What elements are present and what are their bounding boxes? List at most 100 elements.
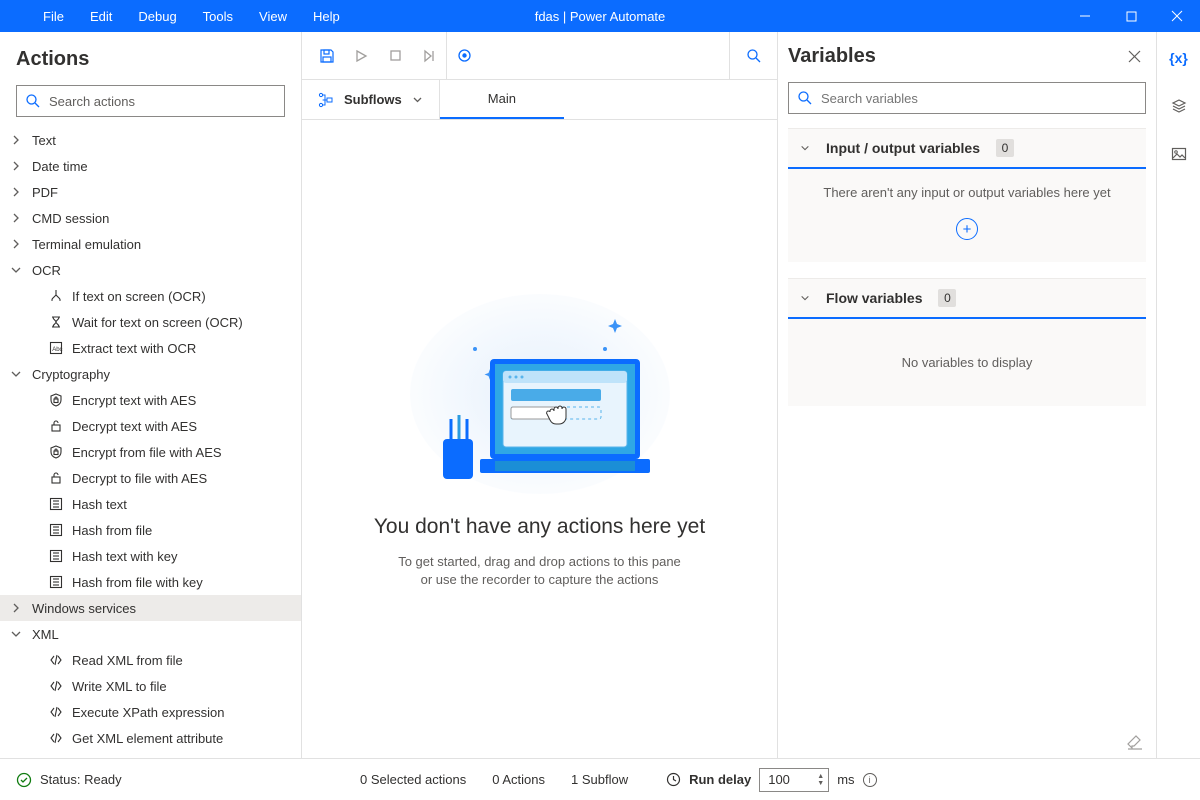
tree-action-label: Extract text with OCR (72, 341, 196, 356)
tree-category-pdf[interactable]: PDF (0, 179, 301, 205)
actions-tree[interactable]: Text Date time PDF CMD session Terminal emul… (0, 127, 301, 758)
variables-panel-title: Variables (788, 45, 1118, 68)
toolbar-search-button[interactable] (729, 32, 777, 80)
tab-main[interactable]: Main (440, 80, 564, 119)
tree-category-xml[interactable]: XML (0, 621, 301, 647)
tree-action-if-text-on-screen-ocr-[interactable]: If text on screen (OCR) (0, 283, 301, 309)
tree-action-label: If text on screen (OCR) (72, 289, 206, 304)
record-button[interactable] (447, 32, 481, 80)
designer-canvas[interactable]: You don't have any actions here yet To g… (302, 120, 777, 758)
tree-action-read-xml-from-file[interactable]: Read XML from file (0, 647, 301, 673)
tree-action-extract-text-with-ocr[interactable]: Abc Extract text with OCR (0, 335, 301, 361)
maximize-button[interactable] (1108, 0, 1154, 32)
tree-action-encrypt-from-file-with-aes[interactable]: Encrypt from file with AES (0, 439, 301, 465)
run-delay-label: Run delay (689, 772, 751, 787)
tree-category-label: PDF (32, 185, 58, 200)
minimize-button[interactable] (1062, 0, 1108, 32)
tree-category-label: CMD session (32, 211, 109, 226)
eraser-icon[interactable] (1126, 734, 1144, 752)
info-icon[interactable]: i (863, 773, 877, 787)
rail-images-button[interactable] (1163, 140, 1195, 168)
tab-main-label: Main (488, 91, 516, 106)
chevron-right-icon (0, 213, 32, 223)
subflows-icon (318, 92, 334, 108)
close-button[interactable] (1154, 0, 1200, 32)
tree-action-wait-for-text-on-screen-ocr-[interactable]: Wait for text on screen (OCR) (0, 309, 301, 335)
rail-layers-button[interactable] (1163, 92, 1195, 120)
tree-category-text[interactable]: Text (0, 127, 301, 153)
actions-search-box[interactable] (16, 85, 285, 117)
tree-action-label: Encrypt text with AES (72, 393, 196, 408)
variables-search-box[interactable] (788, 82, 1146, 114)
status-text: Status: Ready (40, 772, 122, 787)
tree-action-hash-from-file-with-key[interactable]: Hash from file with key (0, 569, 301, 595)
chevron-down-icon (0, 265, 32, 275)
tree-category-label: Cryptography (32, 367, 110, 382)
tree-category-label: Text (32, 133, 56, 148)
flow-variables-header[interactable]: Flow variables 0 (788, 279, 1146, 319)
menu-help[interactable]: Help (300, 0, 353, 32)
subflows-dropdown[interactable]: Subflows (302, 80, 440, 119)
tree-category-cryptography[interactable]: Cryptography (0, 361, 301, 387)
tree-action-decrypt-text-with-aes[interactable]: Decrypt text with AES (0, 413, 301, 439)
hash-icon (48, 574, 64, 590)
subflows-count: 1 Subflow (571, 772, 628, 787)
tree-category-terminal-emulation[interactable]: Terminal emulation (0, 231, 301, 257)
status-bar: Status: Ready 0 Selected actions 0 Actio… (0, 758, 1200, 800)
menu-tools[interactable]: Tools (190, 0, 246, 32)
shield-lock-icon (48, 392, 64, 408)
tree-action-execute-xpath-expression[interactable]: Execute XPath expression (0, 699, 301, 725)
flow-variables-empty-text: No variables to display (902, 355, 1033, 370)
variables-search-input[interactable] (821, 91, 1137, 106)
selected-actions-count: 0 Selected actions (360, 772, 466, 787)
run-button[interactable] (344, 32, 378, 80)
menu-file[interactable]: File (30, 0, 77, 32)
rail-variables-button[interactable]: {x} (1163, 44, 1195, 72)
stop-button[interactable] (378, 32, 412, 80)
menu-view[interactable]: View (246, 0, 300, 32)
xml-icon (48, 704, 64, 720)
run-delay-input[interactable]: 100 ▲▼ (759, 768, 829, 792)
chevron-down-icon (0, 369, 32, 379)
actions-search-input[interactable] (49, 94, 276, 109)
tree-action-write-xml-to-file[interactable]: Write XML to file (0, 673, 301, 699)
menu-bar: FileEditDebugToolsViewHelp (0, 0, 353, 32)
tree-category-label: Windows services (32, 601, 136, 616)
tree-category-cmd-session[interactable]: CMD session (0, 205, 301, 231)
run-delay-spinners[interactable]: ▲▼ (817, 773, 824, 787)
tree-action-hash-text-with-key[interactable]: Hash text with key (0, 543, 301, 569)
empty-heading: You don't have any actions here yet (374, 515, 705, 539)
tree-action-decrypt-to-file-with-aes[interactable]: Decrypt to file with AES (0, 465, 301, 491)
flow-variables-section: Flow variables 0 No variables to display (788, 278, 1146, 406)
run-delay-group: Run delay 100 ▲▼ ms i (666, 768, 876, 792)
tree-action-hash-text[interactable]: Hash text (0, 491, 301, 517)
io-variables-header[interactable]: Input / output variables 0 (788, 129, 1146, 169)
menu-edit[interactable]: Edit (77, 0, 125, 32)
tree-category-label: Date time (32, 159, 88, 174)
hash-icon (48, 496, 64, 512)
tree-category-windows-services[interactable]: Windows services (0, 595, 301, 621)
xml-icon (48, 678, 64, 694)
chevron-down-icon (800, 293, 810, 303)
chevron-right-icon (0, 603, 32, 613)
tree-category-ocr[interactable]: OCR (0, 257, 301, 283)
status-counts: 0 Selected actions 0 Actions 1 Subflow R… (360, 768, 877, 792)
tree-category-date-time[interactable]: Date time (0, 153, 301, 179)
add-io-variable-button[interactable]: + (956, 218, 978, 240)
designer-toolbar (302, 32, 777, 80)
tree-category-label: OCR (32, 263, 61, 278)
menu-debug[interactable]: Debug (125, 0, 189, 32)
tree-action-get-xml-element-attribute[interactable]: Get XML element attribute (0, 725, 301, 751)
tree-action-encrypt-text-with-aes[interactable]: Encrypt text with AES (0, 387, 301, 413)
tabs-row: Subflows Main (302, 80, 777, 120)
tree-action-hash-from-file[interactable]: Hash from file (0, 517, 301, 543)
designer-area: Subflows Main (302, 32, 778, 758)
svg-text:Abc: Abc (52, 347, 62, 353)
tree-action-label: Hash text with key (72, 549, 178, 564)
step-button[interactable] (412, 32, 446, 80)
tree-action-set-xml-element-attribute[interactable]: Set XML element attribute (0, 751, 301, 758)
variables-close-button[interactable] (1118, 40, 1150, 72)
unlock-icon (48, 418, 64, 434)
search-icon (25, 93, 41, 109)
save-button[interactable] (310, 32, 344, 80)
